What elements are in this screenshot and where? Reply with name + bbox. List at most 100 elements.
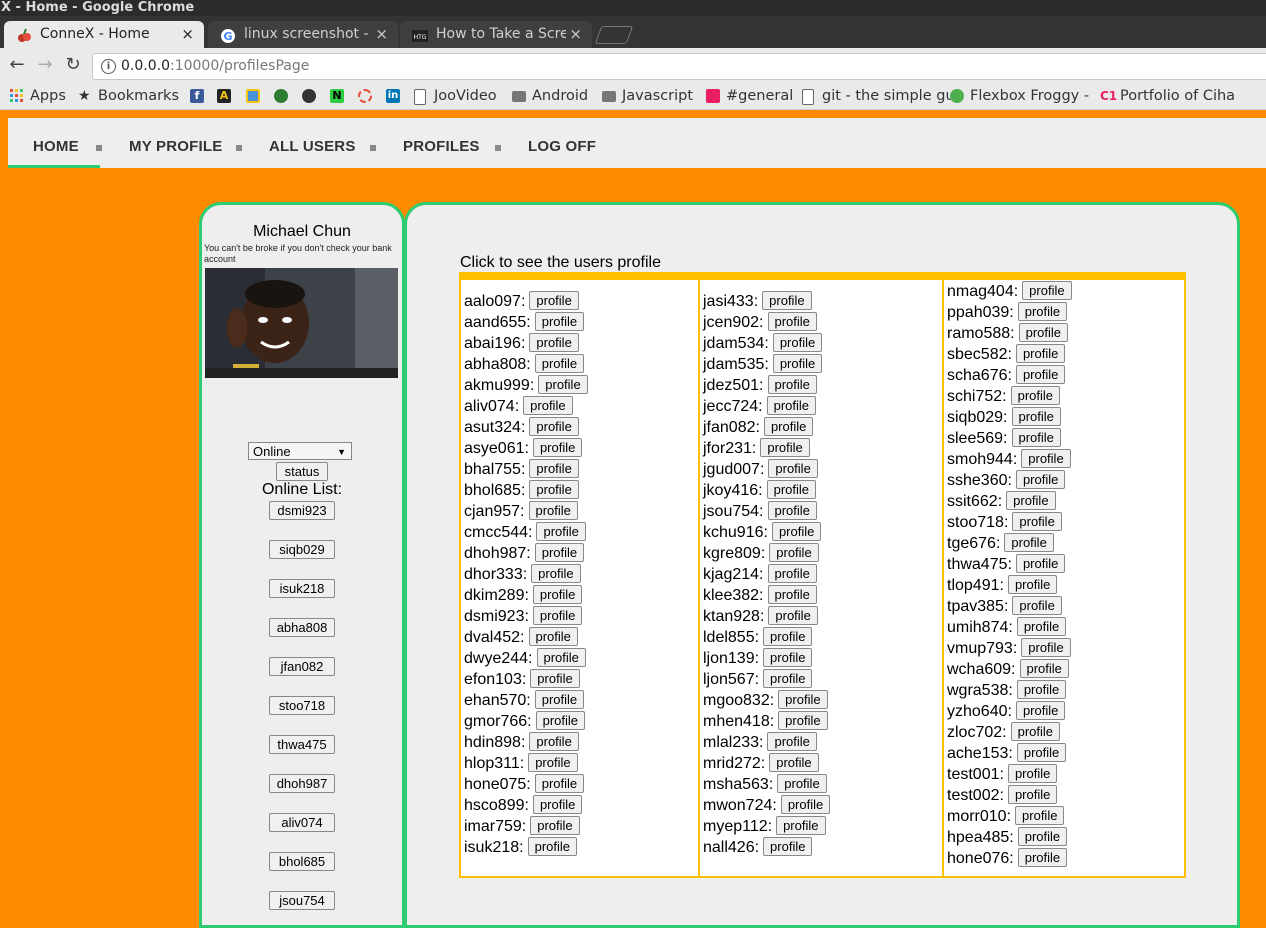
profile-button[interactable]: profile xyxy=(538,375,588,395)
nav-log-off[interactable]: LOG OFF xyxy=(528,138,596,155)
profile-button[interactable]: profile xyxy=(1015,701,1066,721)
profile-button[interactable]: profile xyxy=(1021,638,1071,658)
profile-button[interactable]: profile xyxy=(1017,827,1068,847)
new-tab-button[interactable] xyxy=(594,26,634,44)
profile-button[interactable]: profile xyxy=(1015,554,1066,574)
profile-button[interactable]: profile xyxy=(767,564,817,584)
profile-button[interactable]: profile xyxy=(523,396,573,416)
online-user-button[interactable]: bhol685 xyxy=(269,852,335,871)
tab-close-icon[interactable]: × xyxy=(375,21,388,48)
tab-linux-screenshot[interactable]: G linux screenshot - G × xyxy=(208,21,398,48)
profile-button[interactable]: profile xyxy=(1007,764,1058,784)
profile-button[interactable]: profile xyxy=(527,837,578,857)
profile-button[interactable]: profile xyxy=(528,501,578,521)
profile-button[interactable]: profile xyxy=(529,459,579,479)
profile-button[interactable]: profile xyxy=(778,711,828,731)
profile-button[interactable]: profile xyxy=(1004,533,1054,553)
profile-button[interactable]: profile xyxy=(780,795,831,815)
profile-button[interactable]: profile xyxy=(1007,575,1058,595)
profile-button[interactable]: profile xyxy=(766,396,817,416)
profile-button[interactable]: profile xyxy=(1011,428,1061,448)
profile-button[interactable]: profile xyxy=(763,669,813,689)
tab-htg[interactable]: HTG How to Take a Scree × xyxy=(400,21,592,48)
nav-all-users[interactable]: ALL USERS xyxy=(269,138,356,155)
online-user-button[interactable]: jsou754 xyxy=(269,891,335,910)
online-user-button[interactable]: abha808 xyxy=(269,618,335,637)
profile-button[interactable]: profile xyxy=(1012,596,1062,616)
profile-button[interactable]: profile xyxy=(767,732,817,752)
back-icon[interactable]: ← xyxy=(6,54,28,76)
tab-connex-home[interactable]: ConneX - Home × xyxy=(4,21,204,48)
profile-button[interactable]: profile xyxy=(536,648,586,668)
profile-button[interactable]: profile xyxy=(1015,365,1066,385)
profile-button[interactable]: profile xyxy=(763,417,814,437)
status-select[interactable]: Online ▼ xyxy=(248,442,352,460)
tab-close-icon[interactable]: × xyxy=(181,21,194,48)
profile-button[interactable]: profile xyxy=(529,732,579,752)
profile-button[interactable]: profile xyxy=(536,522,586,542)
profile-button[interactable]: profile xyxy=(534,312,585,332)
forward-icon[interactable]: → xyxy=(34,54,56,76)
profile-button[interactable]: profile xyxy=(530,816,580,836)
online-user-button[interactable]: thwa475 xyxy=(269,735,335,754)
online-user-button[interactable]: isuk218 xyxy=(269,579,335,598)
profile-button[interactable]: profile xyxy=(1021,449,1071,469)
profile-button[interactable]: profile xyxy=(1016,743,1067,763)
profile-button[interactable]: profile xyxy=(1010,722,1061,742)
profile-button[interactable]: profile xyxy=(529,417,579,437)
profile-button[interactable]: profile xyxy=(1016,680,1067,700)
profile-button[interactable]: profile xyxy=(763,837,813,857)
profile-button[interactable]: profile xyxy=(528,627,578,647)
profile-button[interactable]: profile xyxy=(762,291,812,311)
profile-button[interactable]: profile xyxy=(1016,617,1067,637)
nav-home[interactable]: HOME xyxy=(33,138,79,155)
profile-button[interactable]: profile xyxy=(1015,344,1066,364)
profile-button[interactable]: profile xyxy=(1019,659,1069,679)
profile-button[interactable]: profile xyxy=(769,753,819,773)
profile-button[interactable]: profile xyxy=(769,543,819,563)
profile-button[interactable]: profile xyxy=(528,753,578,773)
profile-button[interactable]: profile xyxy=(1015,806,1065,826)
profile-button[interactable]: profile xyxy=(534,543,585,563)
online-user-button[interactable]: jfan082 xyxy=(269,657,335,676)
profile-button[interactable]: profile xyxy=(768,606,818,626)
nav-my-profile[interactable]: MY PROFILE xyxy=(129,138,222,155)
profile-button[interactable]: profile xyxy=(777,774,827,794)
profile-button[interactable]: profile xyxy=(1012,512,1062,532)
profile-button[interactable]: profile xyxy=(1015,470,1066,490)
profile-button[interactable]: profile xyxy=(531,564,581,584)
profile-button[interactable]: profile xyxy=(763,648,813,668)
profile-button[interactable]: profile xyxy=(767,585,817,605)
profile-button[interactable]: profile xyxy=(529,480,579,500)
profile-button[interactable]: profile xyxy=(530,669,580,689)
status-button[interactable]: status xyxy=(276,462,328,481)
online-user-button[interactable]: stoo718 xyxy=(269,696,335,715)
profile-button[interactable]: profile xyxy=(529,333,579,353)
online-user-button[interactable]: aliv074 xyxy=(269,813,335,832)
info-icon[interactable]: i xyxy=(101,59,116,74)
profile-button[interactable]: profile xyxy=(532,585,583,605)
profile-button[interactable]: profile xyxy=(768,459,818,479)
profile-button[interactable]: profile xyxy=(767,501,817,521)
profile-button[interactable]: profile xyxy=(778,690,828,710)
profile-button[interactable]: profile xyxy=(776,816,826,836)
profile-button[interactable]: profile xyxy=(1007,785,1058,805)
profile-button[interactable]: profile xyxy=(1018,323,1069,343)
profile-button[interactable]: profile xyxy=(772,333,823,353)
profile-button[interactable]: profile xyxy=(767,312,817,332)
profile-button[interactable]: profile xyxy=(534,354,585,374)
profile-button[interactable]: profile xyxy=(766,480,817,500)
profile-button[interactable]: profile xyxy=(532,795,583,815)
profile-button[interactable]: profile xyxy=(763,627,813,647)
profile-button[interactable]: profile xyxy=(1017,848,1068,868)
reload-icon[interactable]: ↻ xyxy=(62,54,84,76)
address-bar[interactable]: i 0.0.0.0:10000/profilesPage xyxy=(92,53,1266,80)
profile-button[interactable]: profile xyxy=(760,438,810,458)
tab-close-icon[interactable]: × xyxy=(569,21,582,48)
online-user-button[interactable]: dsmi923 xyxy=(269,501,335,520)
profile-button[interactable]: profile xyxy=(1017,302,1068,322)
profile-button[interactable]: profile xyxy=(534,690,585,710)
profile-button[interactable]: profile xyxy=(767,375,817,395)
profile-button[interactable]: profile xyxy=(1022,281,1072,301)
online-user-button[interactable]: siqb029 xyxy=(269,540,335,559)
